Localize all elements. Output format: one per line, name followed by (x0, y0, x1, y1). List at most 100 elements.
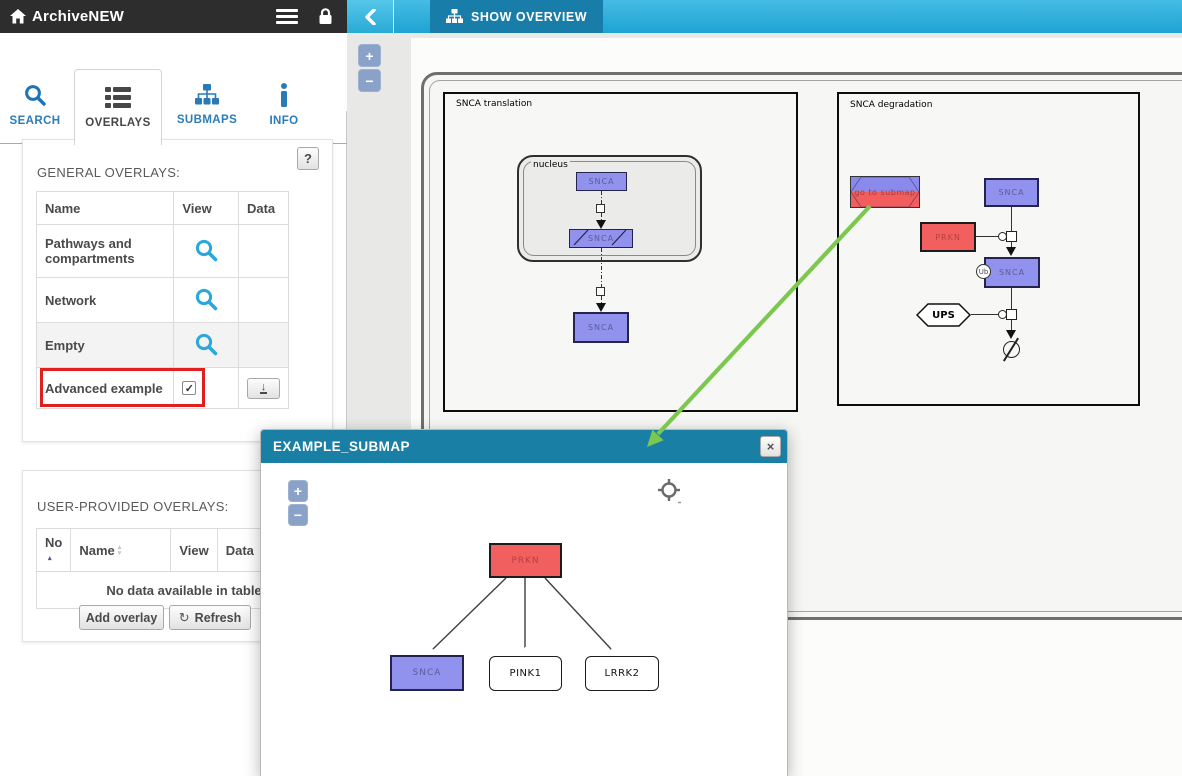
tab-search[interactable]: SEARCH (0, 66, 70, 143)
submap-edges (261, 463, 787, 776)
reaction-line (601, 248, 602, 287)
submap-node-lrrk2[interactable]: LRRK2 (585, 656, 659, 691)
tab-search-label: SEARCH (10, 115, 61, 127)
overlays-list-icon (105, 87, 131, 109)
general-overlays-table: Name View Data Pathways and compartments (36, 191, 289, 409)
node-ups[interactable]: UPS (916, 303, 971, 327)
col-header-data[interactable]: Data (238, 192, 288, 225)
chevron-left-icon (364, 9, 376, 25)
submap-node-pink1[interactable]: PINK1 (489, 656, 562, 691)
refresh-label: Refresh (195, 611, 242, 625)
zoom-out-label: − (365, 73, 373, 89)
node-label: UPS (916, 303, 971, 327)
node-snca-mid[interactable]: SNCA (984, 257, 1040, 288)
node-go-to-submap[interactable]: go to submap (850, 176, 920, 208)
pathway-box-snca-degradation[interactable]: SNCA degradation (837, 92, 1140, 406)
lock-icon[interactable] (318, 8, 333, 25)
node-label: LRRK2 (605, 668, 640, 679)
table-row: Empty (37, 323, 289, 368)
tab-submaps[interactable]: SUBMAPS (166, 66, 248, 143)
submap-window-header[interactable]: EXAMPLE_SUBMAP × (261, 430, 787, 463)
node-label: SNCA (588, 177, 614, 186)
add-overlay-label: Add overlay (86, 611, 158, 625)
view-overlay-magnifier-icon[interactable] (194, 287, 218, 311)
col-header-view[interactable]: View (171, 529, 217, 572)
reaction-square[interactable] (1006, 231, 1017, 242)
reaction-square[interactable] (596, 204, 605, 213)
close-icon: × (767, 439, 775, 454)
search-icon (23, 83, 47, 107)
app-brand[interactable]: ArchiveNEW (32, 8, 124, 25)
overlay-name: Empty (37, 323, 174, 368)
table-row: Pathways and compartments (37, 225, 289, 278)
map-zoom-out-button[interactable]: − (358, 69, 381, 92)
overlay-name: Network (37, 278, 174, 323)
help-label: ? (304, 151, 312, 166)
col-header-view[interactable]: View (174, 192, 239, 225)
general-overlays-title: GENERAL OVERLAYS: (37, 165, 180, 180)
map-zoom-in-button[interactable]: + (358, 44, 381, 67)
view-overlay-magnifier-icon[interactable] (194, 238, 218, 262)
download-overlay-button[interactable]: ↓ (247, 378, 280, 399)
arrowhead (596, 303, 606, 312)
refresh-icon: ↻ (179, 610, 190, 626)
home-icon[interactable] (10, 9, 26, 24)
submap-close-button[interactable]: × (760, 436, 781, 457)
catalysis-line (971, 314, 998, 315)
arrowhead (1006, 247, 1016, 256)
node-snca-top[interactable]: SNCA (984, 178, 1039, 207)
pathway-title: SNCA translation (456, 99, 532, 109)
col-header-no[interactable]: No▴ (37, 529, 71, 572)
arrowhead (1006, 330, 1016, 339)
pathway-title: SNCA degradation (850, 100, 932, 110)
add-overlay-button[interactable]: Add overlay (79, 605, 164, 630)
help-button[interactable]: ? (297, 147, 319, 170)
node-label: SNCA (413, 668, 442, 678)
show-overview-button[interactable]: SHOW OVERVIEW (430, 0, 603, 33)
tab-overlays[interactable]: OVERLAYS (74, 69, 162, 145)
node-label: PRKN (935, 233, 961, 242)
submap-node-prkn[interactable]: PRKN (489, 543, 562, 578)
overlay-name: Pathways and compartments (37, 225, 174, 278)
node-snca-protein[interactable]: SNCA (573, 312, 629, 343)
tab-info[interactable]: INFO (252, 66, 316, 143)
col-header-name[interactable]: Name (37, 192, 174, 225)
refresh-button[interactable]: ↻ Refresh (169, 605, 251, 630)
node-prkn[interactable]: PRKN (920, 222, 976, 252)
zoom-in-label: + (365, 48, 373, 64)
reaction-line (1011, 288, 1012, 309)
node-label: SNCA (588, 323, 614, 332)
user-overlays-title: USER-PROVIDED OVERLAYS: (37, 499, 229, 514)
overlay-name: Advanced example (37, 368, 174, 409)
nucleus-label: nucleus (531, 160, 570, 170)
node-snca-gene[interactable]: SNCA (576, 172, 627, 191)
node-label: SNCA (999, 268, 1025, 277)
advanced-example-checkbox[interactable]: ✓ (182, 381, 196, 395)
reaction-square[interactable] (1006, 309, 1017, 320)
collapse-panel-button[interactable] (347, 0, 394, 33)
tab-bar: SEARCH OVERLAYS SUBMAPS (0, 33, 347, 111)
node-snca-rna[interactable]: SNCA (569, 229, 633, 248)
reaction-square[interactable] (596, 287, 605, 296)
catalysis-line (976, 236, 998, 237)
app-header: ArchiveNEW (0, 0, 347, 33)
node-label: PINK1 (510, 668, 542, 679)
view-overlay-magnifier-icon[interactable] (194, 332, 218, 356)
reaction-line (601, 191, 602, 204)
ub-label: Ub (979, 268, 989, 276)
map-toolbar: SHOW OVERVIEW (347, 0, 1182, 33)
submap-node-snca[interactable]: SNCA (390, 655, 464, 691)
col-header-data[interactable]: Data (217, 529, 262, 572)
submap-window-body[interactable]: + − (261, 463, 787, 776)
col-header-name[interactable]: Name▴▾ (71, 529, 171, 572)
ubiquitin-badge: Ub (976, 264, 991, 279)
node-label: PRKN (511, 556, 539, 566)
general-overlays-card: ? GENERAL OVERLAYS: Name View Data Pathw… (22, 139, 333, 442)
menu-icon[interactable] (276, 9, 298, 24)
table-row: Network (37, 278, 289, 323)
submaps-sitemap-icon (195, 84, 219, 106)
table-row: Advanced example ✓ ↓ (37, 368, 289, 409)
submap-window-title: EXAMPLE_SUBMAP (273, 439, 410, 454)
checkbox-check: ✓ (185, 382, 194, 395)
reaction-line (1011, 320, 1012, 330)
